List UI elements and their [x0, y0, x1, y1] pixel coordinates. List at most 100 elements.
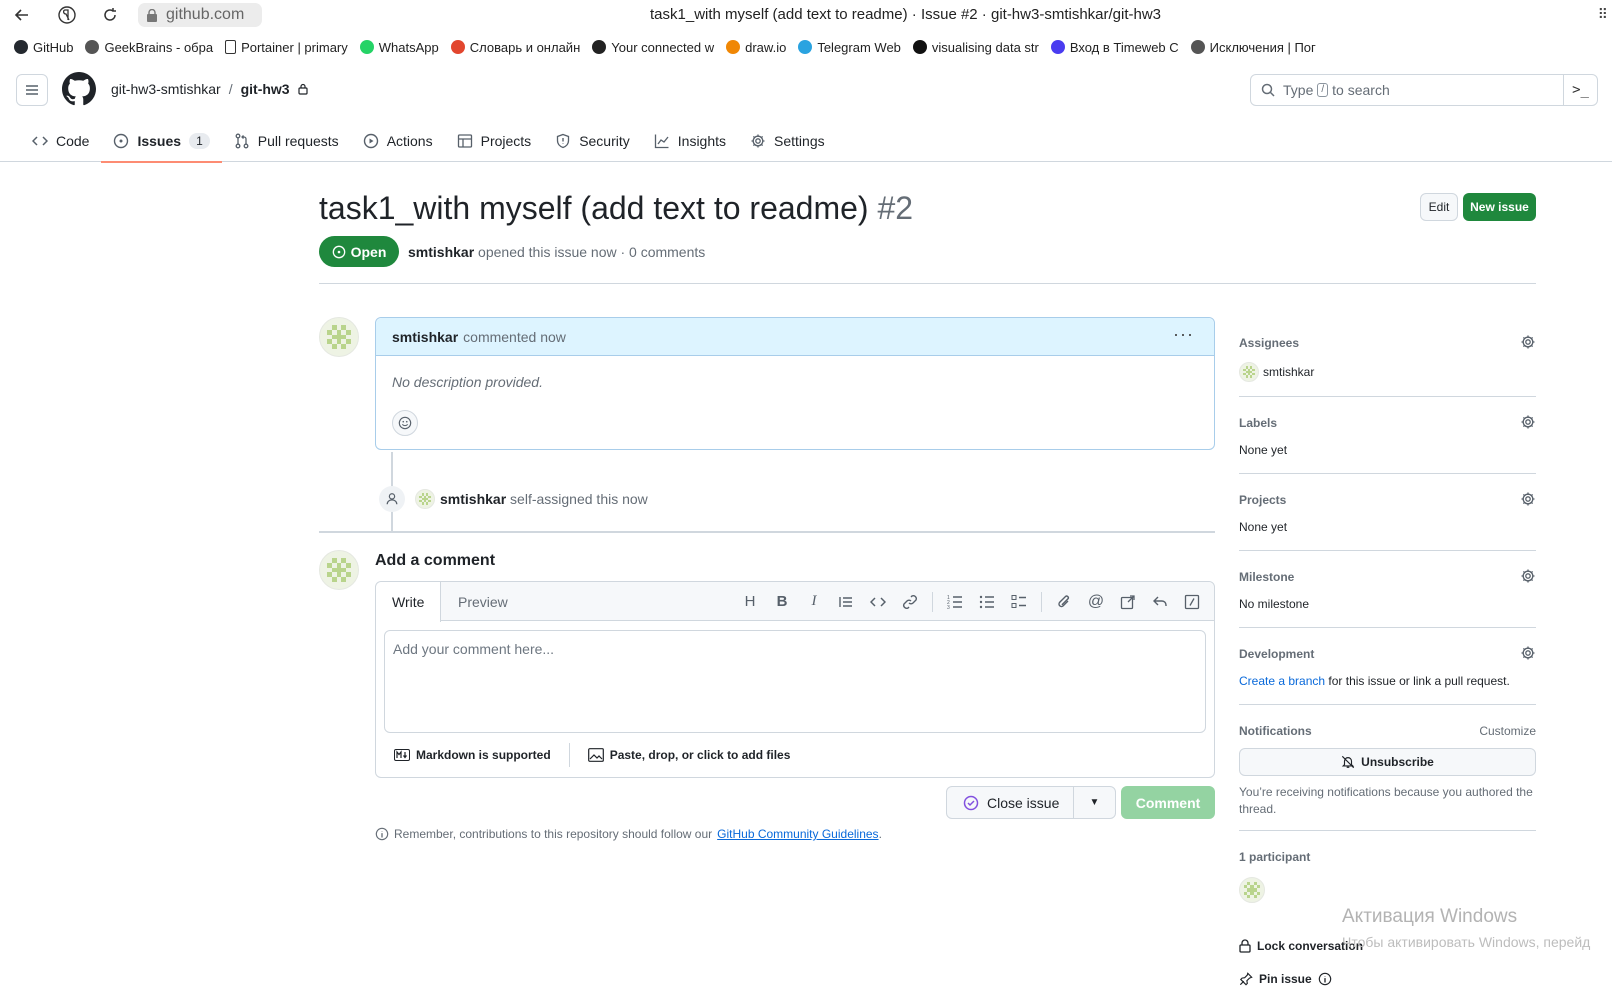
- sidebar-section-title: 1 participant: [1239, 850, 1311, 864]
- issue-comment: smtishkar commented now ··· No descripti…: [375, 317, 1215, 450]
- sidebar-projects: Projects None yet: [1239, 474, 1536, 551]
- address-bar[interactable]: github.com: [138, 3, 262, 27]
- pin-issue-button[interactable]: Pin issue: [1239, 972, 1332, 986]
- identicon: [1240, 878, 1264, 902]
- tab-projects[interactable]: Projects: [445, 120, 544, 162]
- info-icon[interactable]: [1318, 972, 1332, 986]
- bookmark-item[interactable]: GeekBrains - обра: [85, 40, 213, 55]
- comment-author-link[interactable]: smtishkar: [392, 329, 458, 345]
- gear-icon[interactable]: [1520, 568, 1536, 584]
- github-logo-icon[interactable]: [62, 72, 96, 106]
- mention-icon[interactable]: @: [1086, 592, 1106, 612]
- tab-security[interactable]: Security: [543, 120, 642, 162]
- gear-icon[interactable]: [1520, 334, 1536, 350]
- event-actor-link[interactable]: smtishkar: [440, 491, 506, 507]
- bookmark-item[interactable]: Вход в Timeweb C: [1050, 40, 1179, 55]
- bookmark-item[interactable]: draw.io: [726, 40, 786, 55]
- command-palette-button[interactable]: >_: [1563, 75, 1597, 105]
- pin-icon: [1239, 972, 1253, 986]
- bookmark-item[interactable]: Your connected w: [592, 40, 714, 55]
- back-button[interactable]: [10, 4, 34, 26]
- tab-code[interactable]: Code: [20, 120, 101, 162]
- bookmark-item[interactable]: visualising data str: [912, 40, 1039, 55]
- tab-label: Projects: [480, 133, 532, 149]
- paperclip-icon[interactable]: [1054, 592, 1074, 612]
- issue-meta-text: opened this issue now · 0 comments: [478, 244, 706, 260]
- new-issue-button[interactable]: New issue: [1463, 193, 1536, 221]
- bookmark-item[interactable]: WhatsApp: [359, 40, 439, 55]
- avatar[interactable]: [415, 489, 435, 509]
- tab-label: Pull requests: [257, 133, 339, 149]
- labels-value: None yet: [1239, 443, 1288, 457]
- reply-icon[interactable]: [1150, 592, 1170, 612]
- comment-textarea[interactable]: Add your comment here...: [384, 630, 1206, 733]
- repo-name-link[interactable]: git-hw3: [241, 81, 290, 97]
- comment-submit-button[interactable]: Comment: [1121, 786, 1215, 819]
- comment-body: No description provided.: [392, 374, 543, 390]
- avatar[interactable]: [319, 317, 359, 357]
- attach-files-button[interactable]: Paste, drop, or click to add files: [610, 748, 791, 762]
- bookmark-item[interactable]: GitHub: [14, 40, 73, 55]
- browser-menu-icon[interactable]: ⠿: [1598, 6, 1608, 23]
- yandex-button[interactable]: [55, 4, 79, 26]
- community-guidelines-link[interactable]: GitHub Community Guidelines: [717, 827, 878, 841]
- comment-timestamp: commented now: [463, 328, 566, 345]
- tab-write[interactable]: Write: [376, 582, 442, 622]
- close-reason-dropdown[interactable]: ▼: [1074, 797, 1115, 808]
- pin-issue-label: Pin issue: [1259, 972, 1312, 986]
- repo-owner-link[interactable]: git-hw3-smtishkar: [111, 81, 221, 97]
- bold-icon[interactable]: B: [772, 592, 792, 612]
- task-list-icon[interactable]: [1009, 592, 1029, 612]
- customize-notifications-link[interactable]: Customize: [1479, 724, 1536, 738]
- sidebar-section-title: Labels: [1239, 416, 1278, 430]
- avatar[interactable]: [1239, 362, 1259, 382]
- slash-command-icon[interactable]: [1182, 592, 1202, 612]
- bookmarks-bar: GitHub GeekBrains - обра Portainer | prima…: [0, 34, 1612, 60]
- unsubscribe-button[interactable]: Unsubscribe: [1239, 748, 1536, 776]
- shield-icon: [557, 133, 570, 149]
- unordered-list-icon[interactable]: [977, 592, 997, 612]
- tab-insights[interactable]: Insights: [642, 120, 738, 162]
- gear-icon[interactable]: [1520, 645, 1536, 661]
- code-icon[interactable]: [868, 592, 888, 612]
- link-icon[interactable]: [900, 592, 920, 612]
- quote-icon[interactable]: [836, 592, 856, 612]
- search-input[interactable]: Type / to search >_: [1250, 74, 1598, 106]
- close-issue-button[interactable]: Close issue: [947, 787, 1074, 818]
- kebab-horizontal-icon[interactable]: ···: [1173, 324, 1194, 345]
- tab-pull-requests[interactable]: Pull requests: [222, 120, 351, 162]
- play-icon: [363, 133, 378, 149]
- bookmark-item[interactable]: Telegram Web: [798, 40, 901, 55]
- edit-title-button[interactable]: Edit: [1420, 193, 1458, 221]
- guidelines-suffix: .: [878, 827, 882, 841]
- sidebar-milestone: Milestone No milestone: [1239, 551, 1536, 628]
- gear-icon[interactable]: [1520, 491, 1536, 507]
- markdown-icon: [394, 749, 410, 761]
- bookmark-item[interactable]: Portainer | primary: [225, 40, 348, 55]
- avatar[interactable]: [1239, 877, 1265, 903]
- italic-icon[interactable]: I: [804, 592, 824, 612]
- gear-icon[interactable]: [1520, 414, 1536, 430]
- tab-issues[interactable]: Issues 1: [101, 120, 223, 163]
- toolbar-divider: [1041, 591, 1042, 612]
- issue-author-link[interactable]: smtishkar: [408, 244, 474, 260]
- tab-preview[interactable]: Preview: [442, 582, 524, 621]
- add-reaction-button[interactable]: [392, 410, 418, 436]
- bookmark-label: Your connected w: [611, 39, 715, 55]
- assignee-link[interactable]: smtishkar: [1263, 365, 1314, 379]
- tab-label: Security: [579, 133, 630, 149]
- sidebar-participants: 1 participant: [1239, 831, 1536, 911]
- close-issue-button-group: Close issue ▼: [946, 786, 1116, 819]
- cross-reference-icon[interactable]: [1118, 592, 1138, 612]
- tab-actions[interactable]: Actions: [351, 120, 445, 162]
- reload-button[interactable]: [98, 4, 122, 26]
- ordered-list-icon[interactable]: 123: [945, 592, 965, 612]
- heading-icon[interactable]: H: [740, 592, 760, 612]
- create-branch-link[interactable]: Create a branch: [1239, 674, 1325, 688]
- avatar[interactable]: [319, 550, 359, 590]
- global-nav-menu-button[interactable]: [16, 74, 48, 106]
- markdown-supported-link[interactable]: Markdown is supported: [416, 748, 551, 762]
- tab-settings[interactable]: Settings: [738, 120, 837, 162]
- bookmark-item[interactable]: Исключения | Пог: [1190, 40, 1316, 55]
- bookmark-item[interactable]: Словарь и онлайн: [450, 40, 580, 55]
